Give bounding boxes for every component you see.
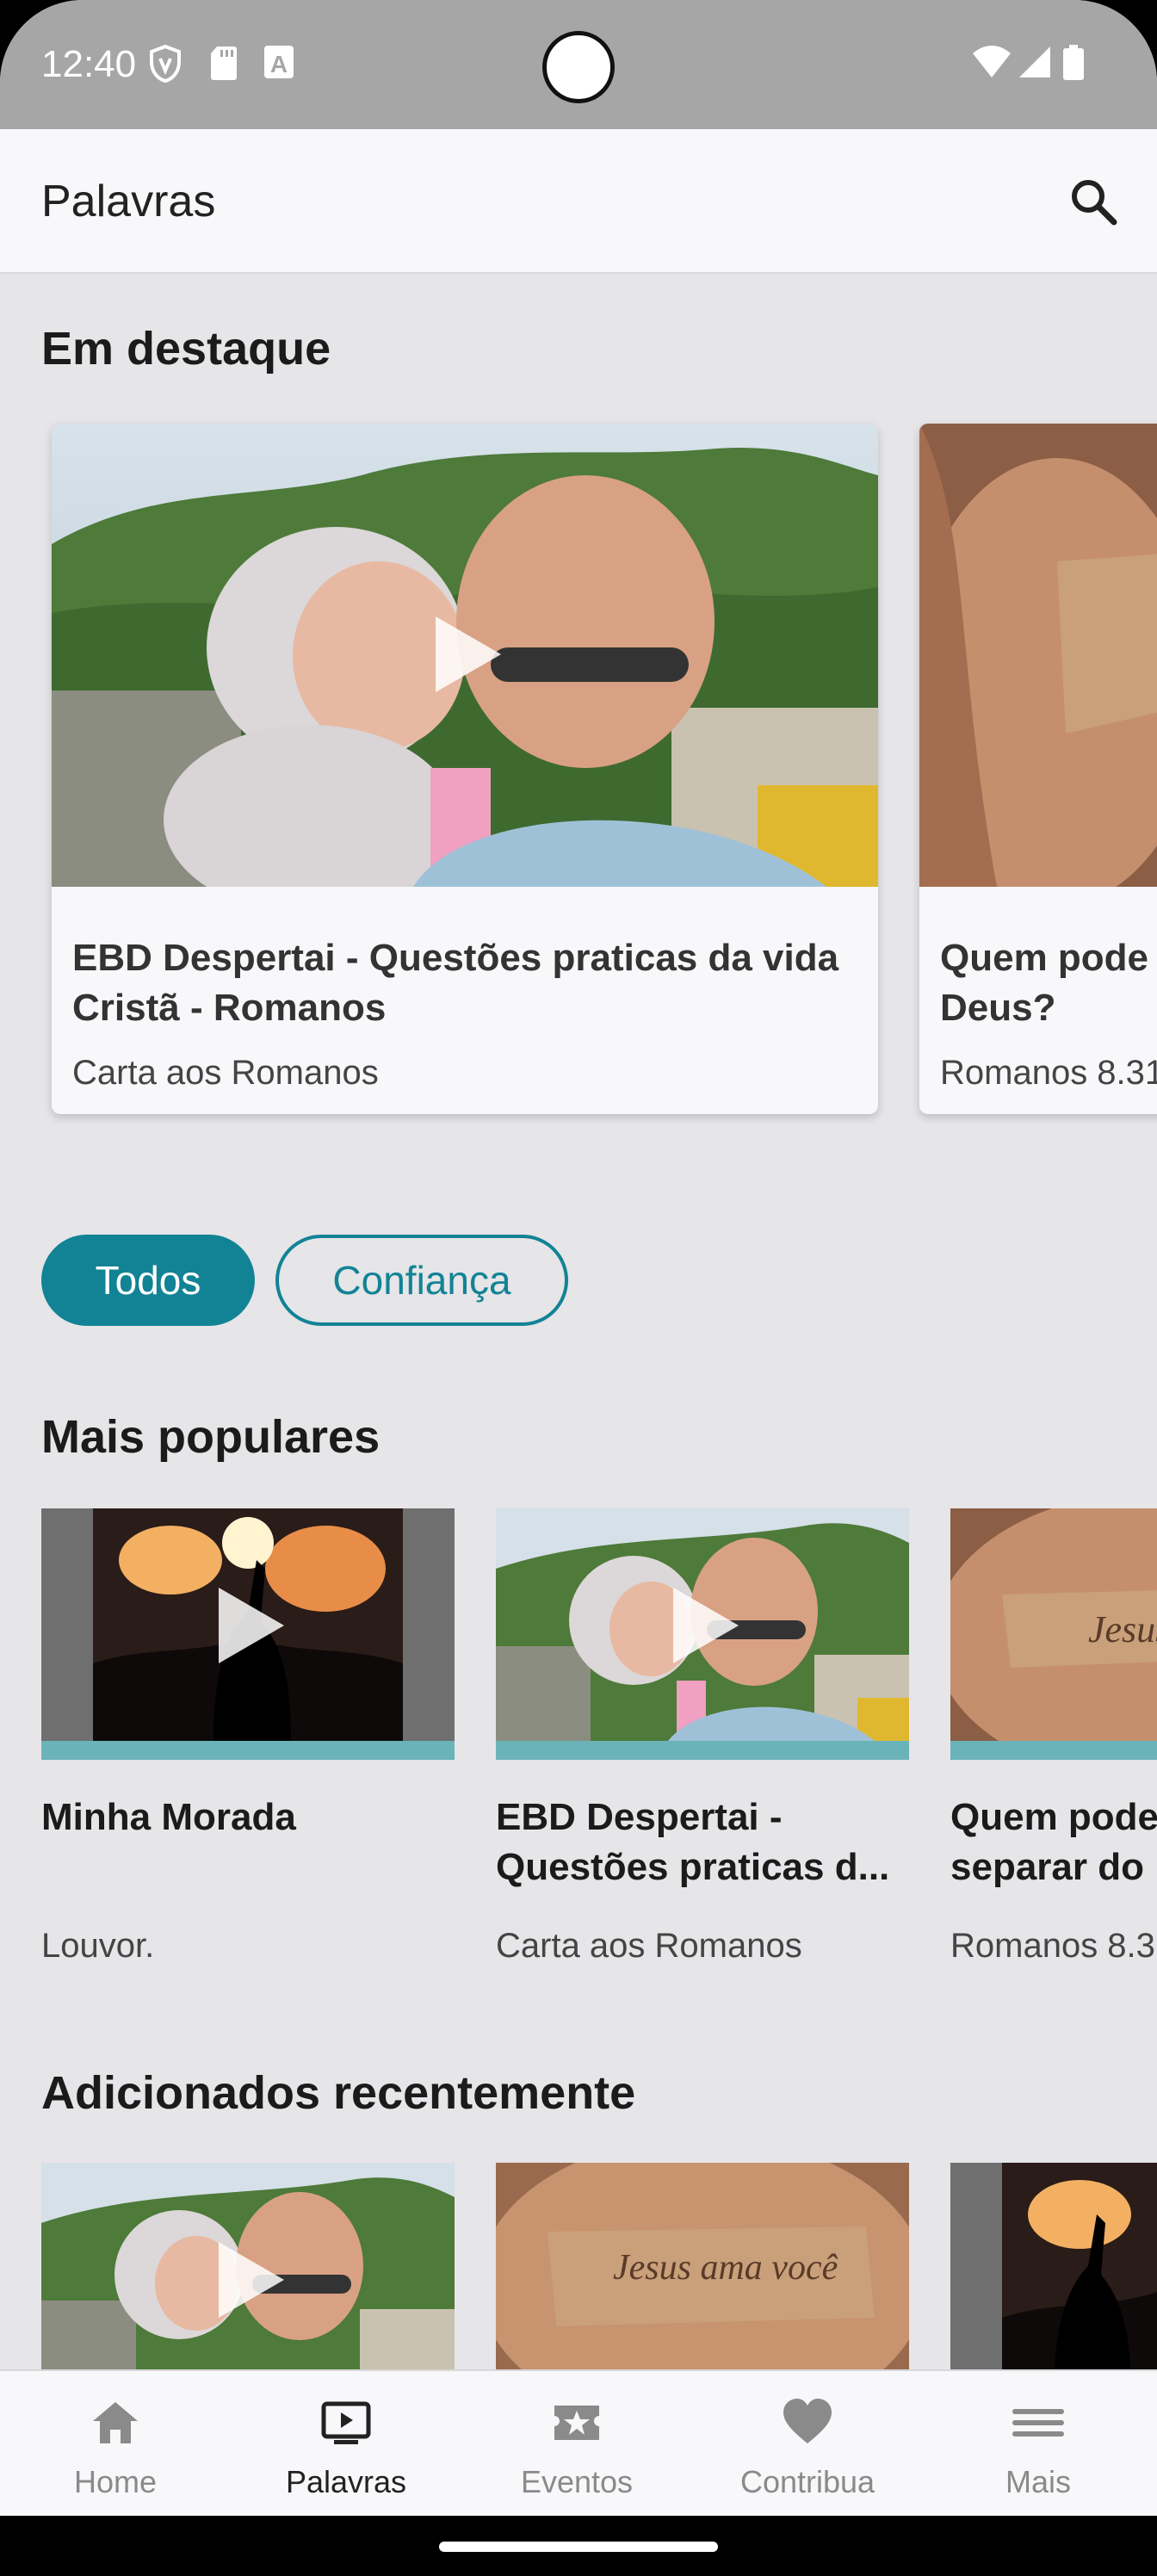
popular-item-image (41, 1508, 455, 1741)
recent-item-overlay-text: Jesus ama você (613, 2248, 838, 2288)
recent-item[interactable] (41, 2163, 455, 2369)
status-bar: 12:40 A (0, 0, 1157, 129)
recent-item[interactable] (950, 2163, 1157, 2369)
sd-card-icon (211, 46, 237, 80)
popular-item-subtitle: Louvor. (41, 1927, 155, 1965)
nav-item-home[interactable]: Home (0, 2371, 231, 2517)
app-bar: Palavras (0, 129, 1157, 274)
nav-item-label: Palavras (285, 2464, 407, 2499)
menu-icon (1012, 2409, 1064, 2437)
popular-item-title: EBD Despertai - Questões praticas d... (496, 1796, 890, 1888)
phone-screen: 12:40 A Palavras Em destaque EBD Despert… (0, 0, 1157, 2576)
play-icon (219, 2242, 284, 2318)
popular-item-accent-bar (950, 1741, 1157, 1760)
popular-item-accent-bar (41, 1741, 455, 1760)
featured-card-image (919, 424, 1157, 906)
featured-card-title: Quem pode Deus? (940, 937, 1149, 1029)
featured-section-title: Em destaque (41, 323, 331, 375)
popular-item-image: Jesus (950, 1508, 1157, 1741)
popular-item-accent-bar (496, 1741, 909, 1760)
popular-item-image (496, 1508, 909, 1741)
star-ticket-icon (554, 2406, 599, 2440)
nav-item-label: Mais (1005, 2464, 1071, 2499)
play-icon (219, 1588, 284, 1663)
featured-card[interactable]: Quem pode Deus? Romanos 8.31 (919, 424, 1157, 1114)
nav-item-label: Home (73, 2464, 158, 2499)
featured-card-subtitle: Romanos 8.31 (940, 1054, 1157, 1092)
nav-item-label: Eventos (520, 2464, 634, 2499)
popular-item-subtitle: Romanos 8.3 (950, 1927, 1155, 1965)
svg-text:A: A (270, 51, 288, 77)
nav-item-contribua[interactable]: Contribua (692, 2371, 923, 2517)
featured-card-subtitle: Carta aos Romanos (72, 1054, 379, 1092)
popular-item[interactable]: EBD Despertai - Questões praticas d... C… (496, 1508, 909, 1973)
popular-section-title: Mais populares (41, 1411, 381, 1463)
popular-item-subtitle: Carta aos Romanos (496, 1927, 802, 1965)
filter-chip-confianca[interactable]: Confiança (275, 1235, 568, 1326)
bottom-navigation: Home Palavras Eventos Contribua Mais (0, 2369, 1157, 2516)
filter-chip-todos[interactable]: Todos (41, 1235, 255, 1326)
recent-item-image (41, 2163, 455, 2369)
popular-item[interactable]: Minha Morada Louvor. (41, 1508, 455, 1973)
status-time: 12:40 (41, 43, 137, 85)
recent-item[interactable]: Jesus ama você (496, 2163, 909, 2369)
shield-icon (150, 45, 181, 83)
page-title: Palavras (41, 176, 216, 226)
recent-section-title: Adicionados recentemente (41, 2067, 636, 2119)
popular-item[interactable]: Jesus Quem pode separar do Romanos 8.3 (950, 1508, 1157, 1973)
nav-item-label: Contribua (739, 2464, 875, 2499)
gesture-bar (0, 2516, 1157, 2576)
a-box-icon: A (264, 46, 294, 78)
battery-icon (1063, 45, 1084, 80)
wifi-icon (973, 46, 1011, 77)
nav-item-mais[interactable]: Mais (923, 2371, 1154, 2517)
home-icon (93, 2402, 138, 2443)
featured-card-image (52, 424, 878, 914)
heart-icon (783, 2399, 832, 2443)
featured-card[interactable]: EBD Despertai - Questões praticas da vid… (52, 424, 878, 1114)
recent-item-image (950, 2163, 1157, 2369)
svg-text:Jesus: Jesus (1088, 1608, 1157, 1650)
featured-card-title: EBD Despertai - Questões praticas da vid… (72, 937, 839, 1029)
cellular-signal-icon (1019, 46, 1050, 77)
play-icon (436, 616, 501, 692)
front-camera (542, 31, 615, 103)
tv-play-icon (321, 2401, 371, 2444)
recent-item-image: Jesus ama você (496, 2163, 909, 2369)
popular-item-title: Quem pode separar do (950, 1796, 1157, 1888)
search-icon[interactable] (1066, 174, 1121, 229)
nav-item-palavras[interactable]: Palavras (231, 2371, 461, 2517)
nav-item-eventos[interactable]: Eventos (461, 2371, 692, 2517)
popular-item-title: Minha Morada (41, 1796, 296, 1838)
play-icon (673, 1588, 739, 1663)
home-gesture-handle[interactable] (439, 2542, 718, 2552)
